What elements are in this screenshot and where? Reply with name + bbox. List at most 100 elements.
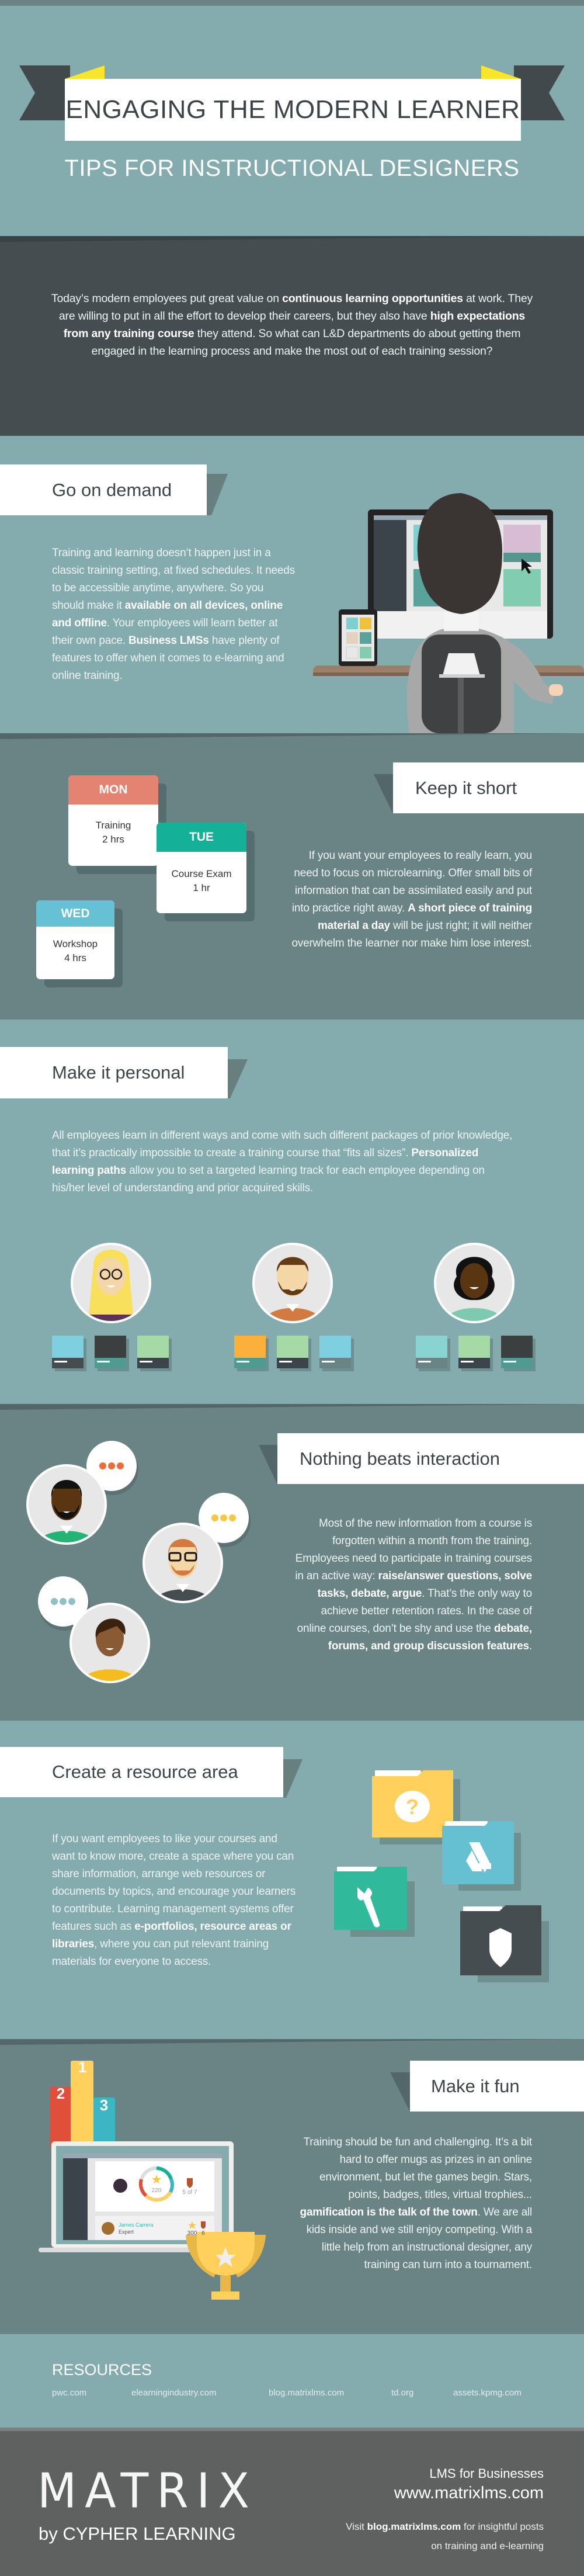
text-part: If you want employees to like your cours… [52, 1833, 296, 1933]
calendar-card-mon: MON Training 2 hrs [68, 775, 158, 866]
course-card [277, 1336, 308, 1368]
text-highlight: Business LMSs [128, 635, 209, 647]
card-duration: 2 hrs [102, 834, 124, 845]
tablet-icon [339, 609, 377, 666]
section-text: If you want employees to like your cours… [52, 1830, 297, 1971]
avatar [113, 2179, 127, 2193]
footer-byline: by CYPHER LEARNING [39, 2523, 236, 2544]
section-text: Training and learning doesn’t happen jus… [52, 545, 297, 685]
course-card [501, 1336, 533, 1368]
section-title: Keep it short [415, 777, 517, 798]
folder-wrench [334, 1867, 415, 1937]
card-activity: Training [95, 820, 131, 831]
section-title-box: Make it personal [0, 1047, 228, 1098]
section-title: Make it fun [431, 2075, 520, 2096]
user-badges: 6 [201, 2230, 205, 2237]
card-duration: 4 hrs [64, 952, 86, 963]
title-fold [283, 1759, 303, 1798]
section-title: Create a resource area [52, 1762, 238, 1782]
section-title: Make it personal [52, 1062, 185, 1083]
resource-link[interactable]: blog.matrixlms.com [269, 2388, 344, 2398]
course-card [234, 1336, 266, 1368]
podium-label-1: 1 [78, 2058, 86, 2076]
title-fold [228, 1059, 248, 1098]
intro-text-part: Today’s modern employees put great value… [51, 292, 283, 305]
footer: MATRIX by CYPHER LEARNING LMS for Busine… [0, 2428, 584, 2576]
section-title-box: Go on demand [0, 464, 207, 515]
card-duration: 1 hr [193, 882, 210, 893]
section-title-box: Keep it short [393, 762, 584, 813]
chair-headrest [443, 653, 480, 675]
avatar-woman-glasses [71, 1243, 151, 1323]
card-day: MON [68, 775, 158, 805]
intro-highlight: continuous learning opportunities [282, 292, 463, 305]
intro-text: Today’s modern employees put great value… [47, 290, 537, 360]
calendar-card-tue: TUE Course Exam 1 hr [157, 823, 246, 913]
avatar-bearded-man [252, 1243, 333, 1323]
section-title: Go on demand [52, 479, 172, 500]
section-keep-it-short: Keep it short MON Training 2 hrs TUE Cou… [0, 733, 584, 1020]
section-text: Most of the new information from a cours… [292, 1515, 532, 1655]
card-day: WED [36, 900, 114, 927]
intro-section: Today’s modern employees put great value… [0, 236, 584, 436]
section-text: Training should be fun and challenging. … [292, 2134, 532, 2274]
course-card [137, 1336, 169, 1368]
text-part: Visit [346, 2521, 367, 2532]
user-avatar [102, 2222, 114, 2235]
course-card [95, 1336, 126, 1368]
section-create-resource-area: ? Create a resource area If you want emp… [0, 1721, 584, 2039]
section-title-box: Make it fun [410, 2061, 584, 2112]
text-part: Training should be fun and challenging. … [303, 2136, 533, 2201]
ribbon-tail-left [19, 65, 70, 120]
section-nothing-beats-interaction: Nothing beats interaction Most of the ne… [0, 1404, 584, 1721]
section-text: All employees learn in different ways an… [52, 1127, 519, 1197]
course-card [52, 1336, 84, 1368]
folder-drive [442, 1821, 521, 1891]
avatar-woman-curly [434, 1243, 515, 1323]
text-part: . [529, 1640, 532, 1652]
resources-title: RESOURCES [52, 2361, 152, 2379]
section-title: Nothing beats interaction [300, 1448, 500, 1469]
user-name: James Carrera [119, 2222, 154, 2228]
resource-link[interactable]: td.org [391, 2388, 413, 2398]
podium-label-3: 3 [100, 2096, 108, 2114]
svg-text:?: ? [406, 1795, 419, 1819]
matrix-logo: MATRIX [37, 2463, 258, 2519]
trophy-icon [186, 2232, 266, 2300]
intro-top-edge [0, 236, 584, 242]
resource-link[interactable]: elearningindustry.com [131, 2388, 217, 2398]
user-role: Expert [119, 2229, 134, 2235]
points-value: 220 [152, 2187, 162, 2194]
section-make-it-fun: 2 1 3 220 5 of 7 James Carrera Expert 30… [0, 2039, 584, 2334]
title-fold [207, 474, 228, 515]
footer-visit-text: Visit blog.matrixlms.com for insightful … [345, 2517, 544, 2556]
section-make-it-personal: Make it personal All employees learn in … [0, 1020, 584, 1404]
resources-section: RESOURCES pwc.com elearningindustry.com … [0, 2334, 584, 2428]
course-card [319, 1336, 351, 1368]
section-go-on-demand: Go on demand Training and learning doesn… [0, 436, 584, 733]
user-points: 300 [187, 2230, 197, 2237]
blog-link[interactable]: blog.matrixlms.com [367, 2521, 461, 2532]
section-text: If you want your employees to really lea… [286, 847, 532, 952]
course-card [416, 1336, 447, 1368]
footer-website-link[interactable]: www.matrixlms.com [394, 2484, 544, 2503]
page-subtitle: TIPS FOR INSTRUCTIONAL DESIGNERS [64, 155, 520, 181]
card-day: TUE [157, 823, 246, 852]
card-activity: Course Exam [171, 868, 232, 879]
section-title-box: Nothing beats interaction [277, 1433, 584, 1484]
avatar-woman-yellow [69, 1603, 150, 1683]
footer-tagline: LMS for Businesses [429, 2466, 544, 2481]
badges-value: 5 of 7 [182, 2189, 197, 2196]
title-fold [259, 1445, 277, 1485]
title-fold [374, 774, 393, 814]
title-fold [390, 2072, 410, 2112]
page-title: ENGAGING THE MODERN LEARNER [65, 95, 520, 124]
resource-link[interactable]: pwc.com [52, 2388, 86, 2398]
header-section: ENGAGING THE MODERN LEARNER TIPS FOR INS… [0, 0, 584, 236]
ribbon-fold-left [65, 65, 105, 79]
text-highlight: gamification is the talk of the town [300, 2206, 478, 2218]
course-card [458, 1336, 490, 1368]
avatar-man-redhead-glasses [142, 1523, 223, 1603]
resource-link[interactable]: assets.kpmg.com [453, 2388, 522, 2398]
section-title-box: Create a resource area [0, 1747, 283, 1797]
